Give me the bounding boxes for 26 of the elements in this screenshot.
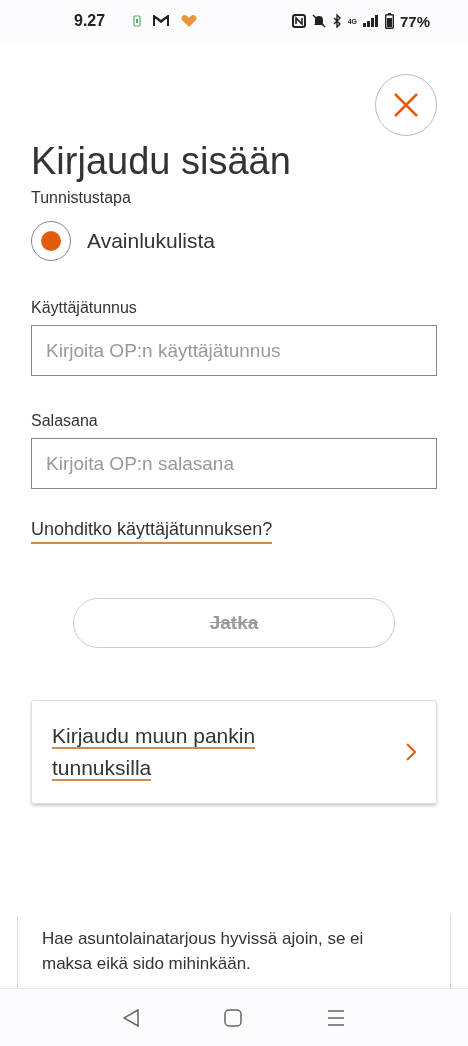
back-button[interactable] bbox=[122, 1008, 139, 1027]
mail-icon bbox=[153, 15, 170, 27]
signal-icon bbox=[362, 15, 379, 27]
bluetooth-icon bbox=[331, 14, 342, 28]
heart-icon bbox=[181, 14, 198, 28]
option-label: Avainlukulista bbox=[87, 229, 216, 253]
input-field[interactable]: Kirjoita OP:n käyttäjätunnus bbox=[31, 325, 437, 376]
mute-icon bbox=[311, 14, 326, 28]
page-title: Kirjaudu sisään bbox=[31, 140, 292, 183]
other-bank-link[interactable]: Kirjaudu muun pankin tunnuksilla bbox=[52, 720, 292, 784]
method-label: Tunnistustapa bbox=[31, 189, 131, 207]
battery-percent: 77% bbox=[399, 12, 430, 30]
chevron-right-icon bbox=[406, 743, 416, 761]
battery-icon bbox=[384, 13, 394, 29]
home-button[interactable] bbox=[224, 1008, 242, 1027]
promo-text: Hae asuntolainatarjous hyvissä ajoin, se ei maksa eikä sido mihinkään. bbox=[42, 928, 365, 975]
other-bank-card[interactable]: Kirjaudu muun pankin tunnuksilla bbox=[31, 700, 437, 804]
forgot-username-link[interactable]: Unohditko käyttäjätunnuksen? bbox=[31, 519, 273, 544]
field-label: Käyttäjätunnus bbox=[31, 299, 137, 317]
menu-button[interactable] bbox=[327, 1009, 346, 1026]
field-label: Salasana bbox=[31, 412, 98, 430]
close-icon bbox=[393, 92, 419, 118]
nfc-icon bbox=[291, 14, 306, 28]
battery-charge-icon bbox=[133, 15, 142, 27]
clock: 9.27 bbox=[74, 12, 106, 30]
input-field[interactable]: Kirjoita OP:n salasana bbox=[31, 438, 437, 489]
